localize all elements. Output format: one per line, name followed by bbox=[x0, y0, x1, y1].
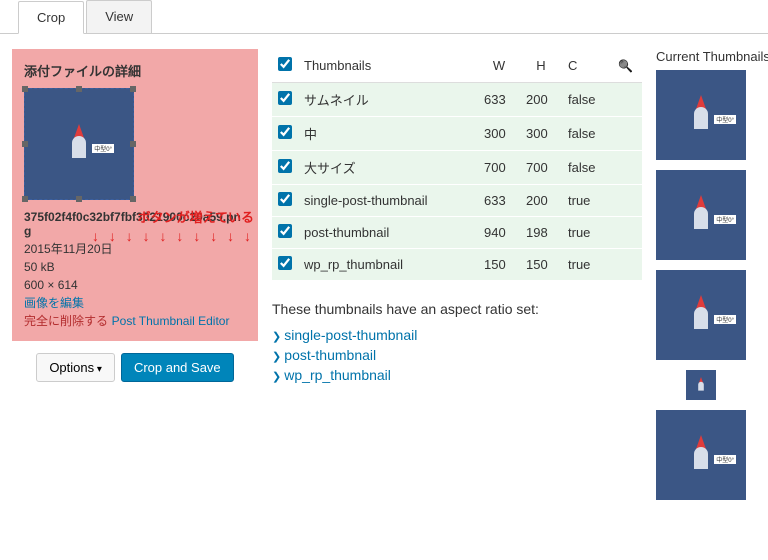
row-w: 300 bbox=[478, 117, 520, 151]
table-row[interactable]: 中300300false bbox=[272, 117, 642, 151]
aspect-ratio-list: single-post-thumbnailpost-thumbnailwp_rp… bbox=[272, 325, 642, 385]
col-search bbox=[612, 49, 642, 83]
down-arrows-icon: ↓ ↓ ↓ ↓ ↓ ↓ ↓ ↓ ↓ ↓ bbox=[92, 228, 254, 244]
rocket-icon: 中型0° bbox=[686, 97, 716, 133]
table-row[interactable]: single-post-thumbnail633200true bbox=[272, 185, 642, 217]
row-c: false bbox=[562, 83, 612, 117]
current-thumb[interactable]: 中型0° bbox=[656, 410, 746, 500]
center-panel: Thumbnails W H C サムネイル633200false中300300… bbox=[272, 49, 642, 385]
right-panel: Current Thumbnails 中型0° 中型0° 中型0° 中型0° bbox=[656, 49, 756, 510]
edit-image-link[interactable]: 画像を編集 bbox=[24, 296, 84, 310]
row-w: 940 bbox=[478, 217, 520, 249]
row-h: 200 bbox=[520, 83, 562, 117]
current-thumb[interactable]: 中型0° bbox=[656, 170, 746, 260]
crop-image-area[interactable]: 中型0° bbox=[24, 88, 134, 200]
annotation: ボタンが増えている ↓ ↓ ↓ ↓ ↓ ↓ ↓ ↓ ↓ ↓ bbox=[92, 207, 254, 244]
attachment-title: 添付ファイルの詳細 bbox=[24, 61, 246, 80]
search-icon bbox=[618, 58, 633, 73]
table-row[interactable]: 大サイズ700700false bbox=[272, 151, 642, 185]
current-thumb[interactable]: 中型0° bbox=[656, 70, 746, 160]
row-name: 中 bbox=[298, 117, 478, 151]
select-all-checkbox[interactable] bbox=[278, 57, 292, 71]
attachment-details: 添付ファイルの詳細 中型0° 375f02f4f0c32bf7fbf302190… bbox=[12, 49, 258, 341]
row-h: 198 bbox=[520, 217, 562, 249]
row-w: 700 bbox=[478, 151, 520, 185]
rocket-icon bbox=[695, 378, 707, 392]
row-checkbox[interactable] bbox=[278, 159, 292, 173]
table-row[interactable]: wp_rp_thumbnail150150true bbox=[272, 249, 642, 281]
current-thumb[interactable]: 中型0° bbox=[656, 270, 746, 360]
row-c: false bbox=[562, 117, 612, 151]
col-h: H bbox=[520, 49, 562, 83]
current-thumb[interactable] bbox=[686, 370, 716, 400]
aspect-item[interactable]: single-post-thumbnail bbox=[272, 325, 642, 345]
row-h: 700 bbox=[520, 151, 562, 185]
rocket-icon: 中型0° bbox=[64, 126, 94, 162]
aspect-ratio-text: These thumbnails have an aspect ratio se… bbox=[272, 301, 642, 317]
row-w: 633 bbox=[478, 83, 520, 117]
table-row[interactable]: post-thumbnail940198true bbox=[272, 217, 642, 249]
rocket-icon: 中型0° bbox=[686, 197, 716, 233]
options-button[interactable]: Options bbox=[36, 353, 115, 382]
thumbnail-table: Thumbnails W H C サムネイル633200false中300300… bbox=[272, 49, 642, 281]
row-checkbox[interactable] bbox=[278, 256, 292, 270]
row-name: single-post-thumbnail bbox=[298, 185, 478, 217]
left-panel: 添付ファイルの詳細 中型0° 375f02f4f0c32bf7fbf302190… bbox=[12, 49, 258, 382]
row-name: post-thumbnail bbox=[298, 217, 478, 249]
file-size: 50 kB bbox=[24, 258, 246, 276]
rocket-icon: 中型0° bbox=[686, 437, 716, 473]
current-thumbnails-title: Current Thumbnails bbox=[656, 49, 756, 64]
aspect-item[interactable]: post-thumbnail bbox=[272, 345, 642, 365]
file-dims: 600 × 614 bbox=[24, 276, 246, 294]
tab-view[interactable]: View bbox=[86, 0, 152, 33]
delete-link[interactable]: 完全に削除する bbox=[24, 314, 108, 328]
col-name: Thumbnails bbox=[298, 49, 478, 83]
tab-crop[interactable]: Crop bbox=[18, 1, 84, 34]
row-w: 633 bbox=[478, 185, 520, 217]
row-checkbox[interactable] bbox=[278, 224, 292, 238]
row-w: 150 bbox=[478, 249, 520, 281]
row-h: 150 bbox=[520, 249, 562, 281]
row-h: 300 bbox=[520, 117, 562, 151]
rocket-icon: 中型0° bbox=[686, 297, 716, 333]
tabs: Crop View bbox=[0, 0, 768, 34]
row-checkbox[interactable] bbox=[278, 192, 292, 206]
row-h: 200 bbox=[520, 185, 562, 217]
aspect-item[interactable]: wp_rp_thumbnail bbox=[272, 365, 642, 385]
col-c: C bbox=[562, 49, 612, 83]
row-c: false bbox=[562, 151, 612, 185]
table-row[interactable]: サムネイル633200false bbox=[272, 83, 642, 117]
row-c: true bbox=[562, 185, 612, 217]
row-c: true bbox=[562, 217, 612, 249]
file-meta: 2015年11月20日 50 kB 600 × 614 画像を編集 bbox=[24, 240, 246, 312]
pte-link[interactable]: Post Thumbnail Editor bbox=[112, 314, 230, 328]
crop-save-button[interactable]: Crop and Save bbox=[121, 353, 234, 382]
row-name: wp_rp_thumbnail bbox=[298, 249, 478, 281]
row-checkbox[interactable] bbox=[278, 125, 292, 139]
row-c: true bbox=[562, 249, 612, 281]
col-w: W bbox=[478, 49, 520, 83]
row-name: サムネイル bbox=[298, 83, 478, 117]
row-name: 大サイズ bbox=[298, 151, 478, 185]
row-checkbox[interactable] bbox=[278, 91, 292, 105]
